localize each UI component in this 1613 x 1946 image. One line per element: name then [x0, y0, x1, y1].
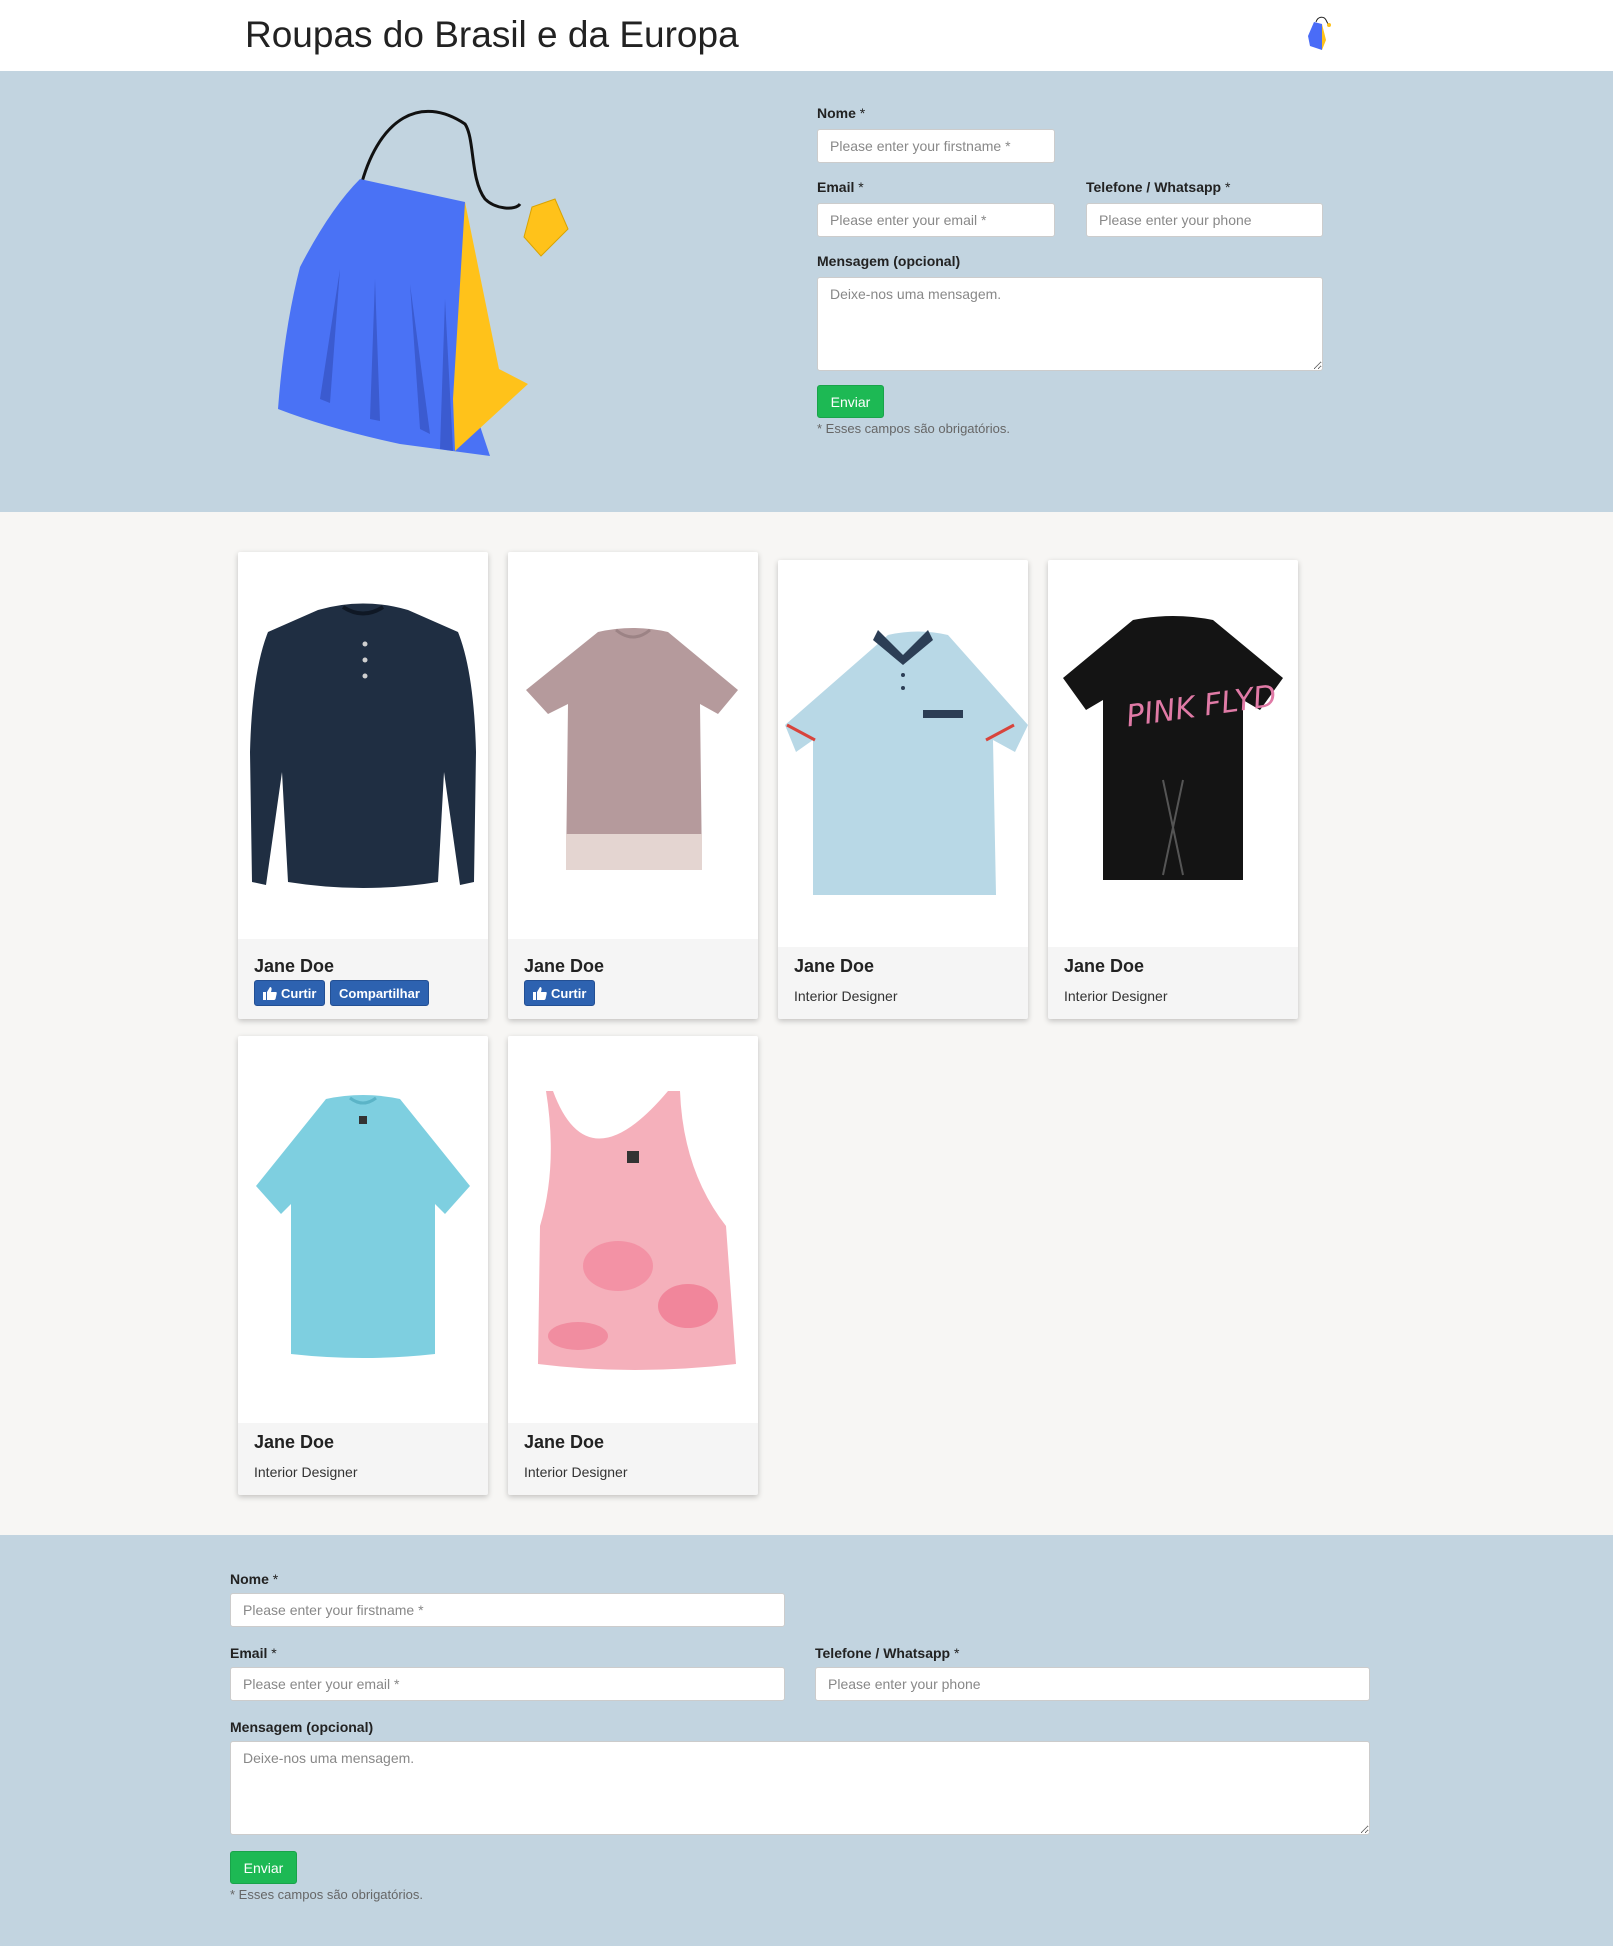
light-blue-polo-icon — [785, 630, 1028, 895]
message-label: Mensagem (opcional) — [817, 253, 961, 269]
like-button[interactable]: Curtir — [254, 980, 326, 1006]
card-name: Jane Doe — [254, 956, 335, 976]
name-label: Nome * — [817, 105, 866, 121]
top-bar: Roupas do Brasil e da Europa — [0, 0, 1613, 71]
product-card[interactable]: Jane Doe Interior Designer — [508, 1036, 758, 1495]
email-input[interactable] — [817, 203, 1055, 237]
message-textarea[interactable] — [230, 1741, 1370, 1835]
phone-input[interactable] — [1086, 203, 1323, 237]
card-role: Interior Designer — [794, 988, 898, 1004]
card-role: Interior Designer — [254, 1464, 358, 1480]
card-name: Jane Doe — [254, 1432, 335, 1452]
card-name: Jane Doe — [524, 1432, 605, 1452]
site-title: Roupas do Brasil e da Europa — [245, 14, 739, 55]
footer-contact-section: Nome * Email * Telefone / Whatsapp * Men… — [0, 1535, 1613, 1946]
shopping-bag-logo-icon[interactable] — [1302, 14, 1342, 54]
name-input[interactable] — [230, 1593, 785, 1627]
product-image[interactable]: PINK FLYD — [1048, 560, 1298, 947]
name-input[interactable] — [817, 129, 1055, 163]
phone-label: Telefone / Whatsapp * — [1086, 179, 1231, 195]
required-note: * Esses campos são obrigatórios. — [817, 421, 1010, 436]
send-button[interactable]: Enviar — [230, 1851, 297, 1884]
product-image[interactable] — [508, 1036, 758, 1423]
send-button[interactable]: Enviar — [817, 385, 884, 418]
product-image[interactable] — [238, 1036, 488, 1423]
card-name: Jane Doe — [794, 956, 875, 976]
card-role: Interior Designer — [1064, 988, 1168, 1004]
product-card[interactable]: Jane Doe Curtir Compartilhar — [238, 552, 488, 1019]
like-button[interactable]: Curtir — [524, 980, 596, 1006]
navy-henley-shirt-icon — [250, 603, 476, 888]
email-label: Email * — [230, 1645, 277, 1661]
product-image[interactable] — [508, 552, 758, 939]
share-button[interactable]: Compartilhar — [330, 980, 429, 1006]
product-card[interactable]: Jane Doe Interior Designer — [778, 560, 1028, 1019]
hero-section: Nome * Email * Telefone / Whatsapp * Men… — [0, 71, 1613, 512]
product-image[interactable] — [778, 560, 1028, 947]
card-name: Jane Doe — [524, 956, 605, 976]
phone-input[interactable] — [815, 1667, 1370, 1701]
shopping-bag-illustration-icon — [278, 109, 569, 456]
product-card[interactable]: Jane Doe Interior Designer — [238, 1036, 488, 1495]
turquoise-tshirt-icon — [256, 1095, 470, 1358]
pink-tie-dye-tank-icon — [538, 1091, 736, 1370]
thumbs-up-icon — [263, 986, 277, 1000]
message-label: Mensagem (opcional) — [230, 1719, 374, 1735]
pink-floyd-tshirt-icon: PINK FLYD — [1063, 616, 1283, 880]
required-note: * Esses campos são obrigatórios. — [230, 1887, 423, 1902]
product-image[interactable] — [238, 552, 488, 939]
product-card[interactable]: PINK FLYD Jane Doe Interior Designer — [1048, 560, 1298, 1019]
name-label: Nome * — [230, 1571, 279, 1587]
phone-label: Telefone / Whatsapp * — [815, 1645, 960, 1661]
mauve-tshirt-icon — [526, 628, 738, 870]
email-label: Email * — [817, 179, 864, 195]
product-card[interactable]: Jane Doe Curtir — [508, 552, 758, 1019]
card-role: Interior Designer — [524, 1464, 628, 1480]
card-name: Jane Doe — [1064, 956, 1145, 976]
message-textarea[interactable] — [817, 277, 1323, 371]
email-input[interactable] — [230, 1667, 785, 1701]
thumbs-up-icon — [533, 986, 547, 1000]
